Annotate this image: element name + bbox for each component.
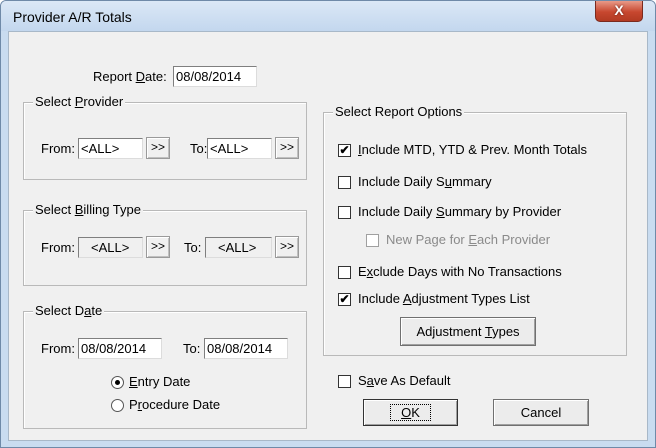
select-billing-type-legend: Select Billing Type (33, 202, 143, 217)
report-date-field[interactable]: 08/08/2014 (173, 66, 257, 87)
date-to-field[interactable]: 08/08/2014 (204, 338, 288, 359)
billing-to-label: To: (184, 240, 202, 255)
close-icon: X (614, 2, 624, 18)
billing-to-field[interactable]: <ALL> (205, 237, 272, 258)
include-mtd-ytd-checkbox[interactable]: ✔ (338, 144, 351, 157)
adjustment-types-button[interactable]: Adjustment Types (400, 317, 536, 346)
report-options-legend: Select Report Options (333, 104, 465, 119)
billing-from-field[interactable]: <ALL> (78, 237, 143, 258)
provider-from-field[interactable]: <ALL> (78, 138, 143, 159)
dialog-body: Report Date: 08/08/2014 Select Provider … (8, 31, 648, 441)
date-from-label: From: (41, 341, 75, 356)
dialog-window: Provider A/R Totals X Report Date: 08/08… (0, 0, 656, 448)
provider-to-field[interactable]: <ALL> (207, 138, 272, 159)
new-page-each-provider-label[interactable]: New Page for Each Provider (386, 232, 550, 247)
provider-from-label: From: (41, 141, 75, 156)
provider-from-picker-button[interactable]: >> (146, 137, 170, 159)
procedure-date-radio[interactable] (111, 399, 124, 412)
new-page-each-provider-checkbox[interactable] (366, 234, 379, 247)
billing-to-picker-button[interactable]: >> (275, 236, 299, 258)
report-date-label: Report Date: (93, 69, 167, 84)
select-date-legend: Select Date (33, 303, 105, 318)
entry-date-label[interactable]: Entry Date (129, 374, 190, 389)
include-daily-summary-by-provider-checkbox[interactable] (338, 206, 351, 219)
include-mtd-ytd-label[interactable]: Include MTD, YTD & Prev. Month Totals (358, 142, 587, 157)
cancel-button[interactable]: Cancel (493, 399, 589, 426)
include-adjustment-types-label[interactable]: Include Adjustment Types List (358, 291, 530, 306)
include-adjustment-types-checkbox[interactable]: ✔ (338, 293, 351, 306)
include-daily-summary-label[interactable]: Include Daily Summary (358, 174, 492, 189)
provider-to-label: To: (190, 141, 208, 156)
radio-selected-dot (115, 380, 120, 385)
save-as-default-checkbox[interactable] (338, 375, 351, 388)
entry-date-radio[interactable] (111, 376, 124, 389)
title-bar[interactable]: Provider A/R Totals X (1, 1, 655, 31)
date-to-label: To: (183, 341, 201, 356)
ok-button[interactable]: OK (363, 399, 458, 426)
window-title: Provider A/R Totals (13, 9, 132, 25)
procedure-date-label[interactable]: Procedure Date (129, 397, 220, 412)
exclude-days-no-transactions-checkbox[interactable] (338, 266, 351, 279)
select-provider-legend: Select Provider (33, 94, 126, 109)
include-daily-summary-checkbox[interactable] (338, 176, 351, 189)
include-daily-summary-by-provider-label[interactable]: Include Daily Summary by Provider (358, 204, 561, 219)
close-button[interactable]: X (595, 1, 643, 22)
billing-from-picker-button[interactable]: >> (146, 236, 170, 258)
date-from-field[interactable]: 08/08/2014 (78, 338, 162, 359)
provider-to-picker-button[interactable]: >> (275, 137, 299, 159)
exclude-days-no-transactions-label[interactable]: Exclude Days with No Transactions (358, 264, 562, 279)
save-as-default-label[interactable]: Save As Default (358, 373, 451, 388)
billing-from-label: From: (41, 240, 75, 255)
ok-button-focus: OK (390, 404, 431, 421)
